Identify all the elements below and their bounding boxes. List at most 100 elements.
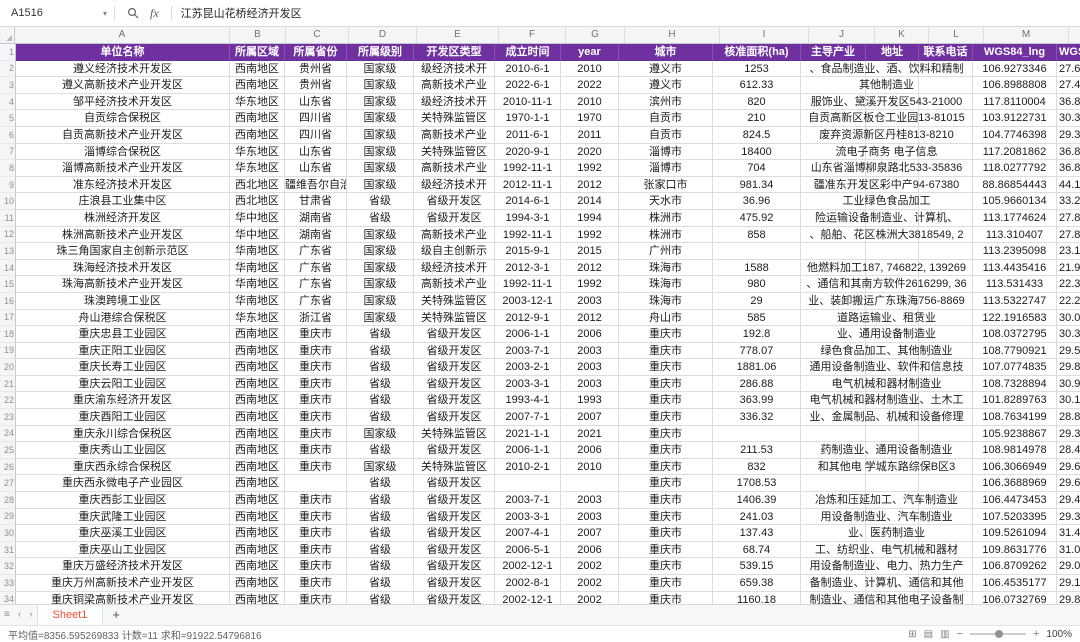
cell-G3[interactable]: 2022: [561, 77, 619, 94]
cell-G29[interactable]: 2003: [561, 509, 619, 526]
cell-M14[interactable]: 113.4435416: [973, 260, 1057, 277]
cell-D5[interactable]: 国家级: [347, 110, 414, 127]
cell-H32[interactable]: 重庆市: [619, 558, 713, 575]
cell-H4[interactable]: 滨州市: [619, 94, 713, 111]
cell-H6[interactable]: 自贡市: [619, 127, 713, 144]
page-break-view-icon[interactable]: ▥: [940, 629, 949, 640]
sheet-tab-active[interactable]: Sheet1: [37, 605, 104, 625]
cell-B6[interactable]: 西南地区: [230, 127, 285, 144]
cell-N26[interactable]: 29.6071: [1057, 459, 1080, 476]
cell-B19[interactable]: 西南地区: [230, 343, 285, 360]
row-number-17[interactable]: 17: [0, 310, 16, 327]
cell-F16[interactable]: 2003-12-1: [495, 293, 561, 310]
cell-G4[interactable]: 2010: [561, 94, 619, 111]
cell-E29[interactable]: 省级开发区: [414, 509, 495, 526]
cell-G34[interactable]: 2002: [561, 592, 619, 604]
cell-G30[interactable]: 2007: [561, 525, 619, 542]
cell-M33[interactable]: 106.4535177: [973, 575, 1057, 592]
cell-C33[interactable]: 重庆市: [285, 575, 347, 592]
row-number-23[interactable]: 23: [0, 409, 16, 426]
zoom-slider[interactable]: [970, 633, 1026, 635]
cell-J-L-16[interactable]: 业、装卸搬运广东珠海756-8869: [801, 293, 973, 310]
cell-B23[interactable]: 西南地区: [230, 409, 285, 426]
cell-D24[interactable]: 国家级: [347, 426, 414, 443]
column-letter-G[interactable]: G: [566, 27, 625, 43]
cell-N25[interactable]: 28.4512: [1057, 442, 1080, 459]
cell-C34[interactable]: 重庆市: [285, 592, 347, 604]
row-number-15[interactable]: 15: [0, 276, 16, 293]
cell-D22[interactable]: 省级: [347, 392, 414, 409]
cell-E25[interactable]: 省级开发区: [414, 442, 495, 459]
cell-E3[interactable]: 高新技术产业: [414, 77, 495, 94]
cell-N24[interactable]: 29.3589: [1057, 426, 1080, 443]
cell-J-L-25[interactable]: 药制造业、通用设备制造业: [801, 442, 973, 459]
column-header-type[interactable]: 开发区类型: [414, 44, 495, 61]
cell-E2[interactable]: 级经济技术开: [414, 61, 495, 78]
cell-C10[interactable]: 甘肃省: [285, 193, 347, 210]
column-letter-K[interactable]: K: [875, 27, 929, 43]
cell-D11[interactable]: 省级: [347, 210, 414, 227]
cell-A7[interactable]: 淄博综合保税区: [16, 144, 230, 161]
cell-E17[interactable]: 关特殊监管区: [414, 310, 495, 327]
cell-E27[interactable]: 省级开发区: [414, 475, 495, 492]
cell-B27[interactable]: 西南地区: [230, 475, 285, 492]
cell-M27[interactable]: 106.3688969: [973, 475, 1057, 492]
cell-J-L-10[interactable]: 工业绿色食品加工: [801, 193, 973, 210]
column-header-area[interactable]: 核准面积(ha): [713, 44, 801, 61]
cell-N21[interactable]: 30.9316: [1057, 376, 1080, 393]
cell-D33[interactable]: 省级: [347, 575, 414, 592]
cell-J-L-11[interactable]: 险运输设备制造业、计算机、: [801, 210, 973, 227]
column-letter-N[interactable]: N: [1069, 27, 1080, 43]
cell-E32[interactable]: 省级开发区: [414, 558, 495, 575]
cell-N11[interactable]: 27.8550: [1057, 210, 1080, 227]
row-number-25[interactable]: 25: [0, 442, 16, 459]
cell-I3[interactable]: 612.33: [713, 77, 801, 94]
cell-B8[interactable]: 华东地区: [230, 160, 285, 177]
cell-J-L-9[interactable]: 疆准东开发区彩中产94-67380: [801, 177, 973, 194]
cell-C28[interactable]: 重庆市: [285, 492, 347, 509]
cell-J-L-17[interactable]: 道路运输业、租赁业: [801, 310, 973, 327]
column-letter-F[interactable]: F: [499, 27, 566, 43]
cell-F20[interactable]: 2003-2-1: [495, 359, 561, 376]
cell-G17[interactable]: 2012: [561, 310, 619, 327]
cell-B34[interactable]: 西南地区: [230, 592, 285, 604]
cell-F13[interactable]: 2015-9-1: [495, 243, 561, 260]
cell-E24[interactable]: 关特殊监管区: [414, 426, 495, 443]
row-number-5[interactable]: 5: [0, 110, 16, 127]
cell-C16[interactable]: 广东省: [285, 293, 347, 310]
cell-A28[interactable]: 重庆西彭工业园区: [16, 492, 230, 509]
cell-A21[interactable]: 重庆云阳工业园区: [16, 376, 230, 393]
cell-D34[interactable]: 省级: [347, 592, 414, 604]
cell-N10[interactable]: 33.2655: [1057, 193, 1080, 210]
cell-C2[interactable]: 贵州省: [285, 61, 347, 78]
cell-H2[interactable]: 遵义市: [619, 61, 713, 78]
cell-B29[interactable]: 西南地区: [230, 509, 285, 526]
cell-B33[interactable]: 西南地区: [230, 575, 285, 592]
cell-G26[interactable]: 2010: [561, 459, 619, 476]
cell-N8[interactable]: 36.8069: [1057, 160, 1080, 177]
zoom-in-button[interactable]: +: [1033, 628, 1039, 640]
row-number-32[interactable]: 32: [0, 558, 16, 575]
row-number-21[interactable]: 21: [0, 376, 16, 393]
cell-A14[interactable]: 珠海经济技术开发区: [16, 260, 230, 277]
cell-C29[interactable]: 重庆市: [285, 509, 347, 526]
cell-D16[interactable]: 国家级: [347, 293, 414, 310]
cell-C20[interactable]: 重庆市: [285, 359, 347, 376]
cell-H21[interactable]: 重庆市: [619, 376, 713, 393]
cell-M4[interactable]: 117.8110004: [973, 94, 1057, 111]
cell-M7[interactable]: 117.2081862: [973, 144, 1057, 161]
row-number-1[interactable]: 1: [0, 44, 16, 61]
cell-B12[interactable]: 华中地区: [230, 227, 285, 244]
cell-J-L-22[interactable]: 电气机械和器材制造业、土木工: [801, 392, 973, 409]
cell-M17[interactable]: 122.1916583: [973, 310, 1057, 327]
cell-J-L-23[interactable]: 业、金属制品、机械和设备修理: [801, 409, 973, 426]
cell-A4[interactable]: 邹平经济技术开发区: [16, 94, 230, 111]
cell-D18[interactable]: 省级: [347, 326, 414, 343]
cell-I15[interactable]: 980: [713, 276, 801, 293]
cell-I7[interactable]: 18400: [713, 144, 801, 161]
cell-N27[interactable]: 29.6102: [1057, 475, 1080, 492]
cell-H10[interactable]: 天水市: [619, 193, 713, 210]
cell-G14[interactable]: 2012: [561, 260, 619, 277]
cell-I4[interactable]: 820: [713, 94, 801, 111]
cell-J-L-26[interactable]: 和其他电 学城东路综保B区3: [801, 459, 973, 476]
